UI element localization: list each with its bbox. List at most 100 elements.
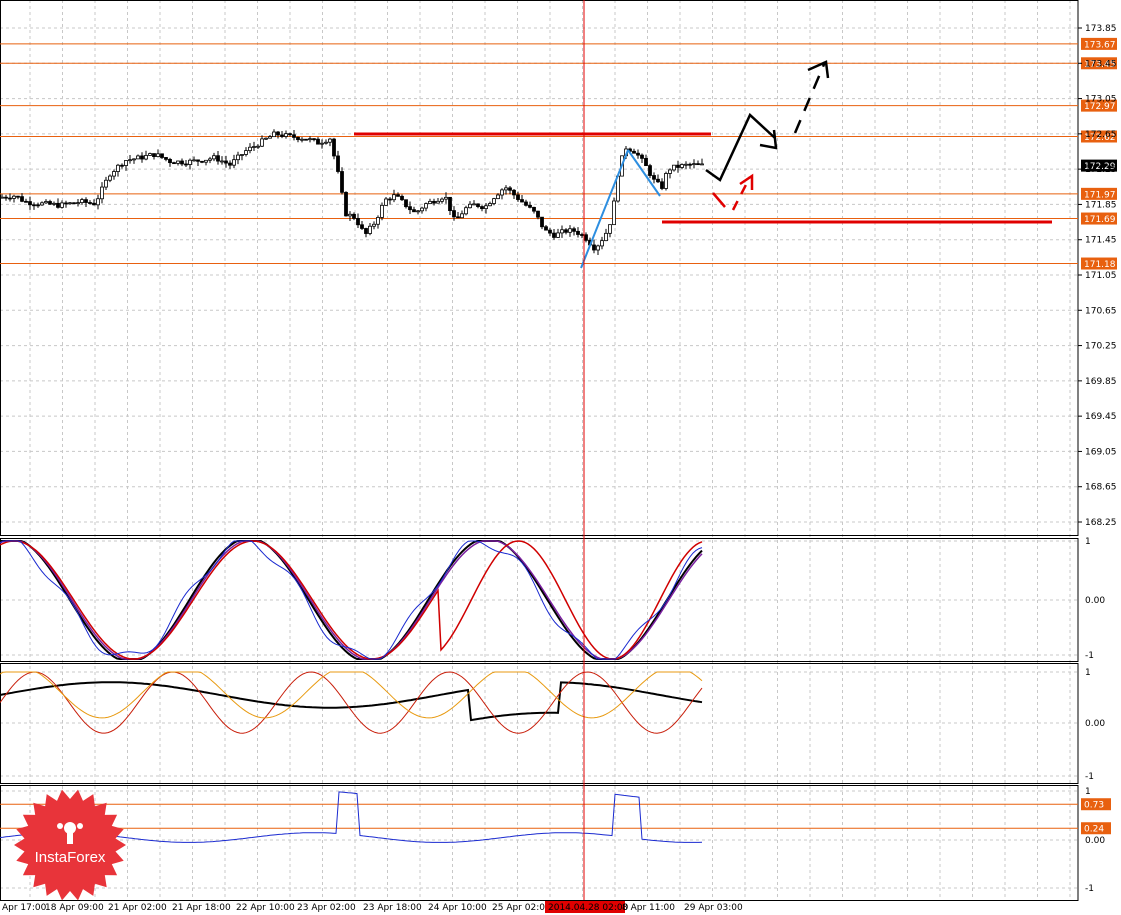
candle-body <box>484 205 488 210</box>
candle-body <box>208 158 212 161</box>
candle-body <box>392 194 396 201</box>
candle-body <box>668 169 672 174</box>
candle-body <box>324 141 328 144</box>
candle-body <box>52 202 56 205</box>
osc-tick-label: 0.00 <box>1085 836 1105 846</box>
candle-body <box>400 195 404 201</box>
candle-body <box>172 162 176 165</box>
candle-body <box>216 155 220 162</box>
time-axis-label: 18 Apr 09:00 <box>45 903 104 913</box>
candle-body <box>80 199 84 203</box>
price-tick-label: 172.25 <box>1085 165 1117 175</box>
panel-frame-1 <box>0 0 1079 536</box>
price-candles <box>0 129 704 256</box>
candle-body <box>640 154 644 159</box>
candle-body <box>460 213 464 219</box>
candle-body <box>420 207 424 212</box>
candle-body <box>556 232 560 238</box>
candle-body <box>196 159 200 162</box>
candle-body <box>200 160 204 163</box>
level-tag-label: 173.67 <box>1084 40 1116 50</box>
blue-impulse-line <box>580 149 629 269</box>
candle-body <box>352 213 356 219</box>
osc-level-tag-label: 0.24 <box>1084 825 1104 835</box>
candle-body <box>436 200 440 204</box>
candle-body <box>92 202 96 206</box>
time-axis-label: 24 Apr 10:00 <box>428 903 487 913</box>
candle-body <box>176 160 180 164</box>
level-tag-label: 171.18 <box>1084 260 1116 270</box>
candle-body <box>572 228 576 232</box>
candle-body <box>280 134 284 137</box>
candle-body <box>428 200 432 205</box>
candle-body <box>88 202 92 204</box>
candle-body <box>168 158 172 164</box>
candle-body <box>372 223 376 227</box>
candle-body <box>680 164 684 168</box>
logo-text: InstaForex <box>34 849 106 866</box>
candle-body <box>292 134 296 138</box>
candle-body <box>160 153 164 158</box>
time-axis-label: 8 Apr 11:00 <box>622 903 675 913</box>
candle-body <box>128 159 132 162</box>
candle-body <box>40 202 44 206</box>
candle-body <box>320 142 324 145</box>
candle-body <box>700 163 704 166</box>
candle-body <box>648 165 652 176</box>
osc-tick-label: -1 <box>1085 772 1094 782</box>
price-tick-label: 171.05 <box>1085 271 1117 281</box>
candle-body <box>476 203 480 207</box>
candle-body <box>28 201 32 206</box>
candle-body <box>156 153 160 157</box>
candle-body <box>44 201 48 204</box>
candle-body <box>468 203 472 209</box>
candle-body <box>132 158 136 161</box>
blue-pullback-line <box>627 149 661 197</box>
osc-tick-label: 1 <box>1085 787 1091 797</box>
candle-body <box>16 195 20 198</box>
candle-body <box>300 138 304 141</box>
candle-body <box>64 202 68 205</box>
candle-body <box>632 150 636 154</box>
candle-body <box>600 240 604 247</box>
candle-body <box>532 206 536 212</box>
price-tick-label: 168.65 <box>1085 483 1117 493</box>
candle-body <box>144 155 148 160</box>
price-tick-label: 168.25 <box>1085 518 1117 528</box>
candle-body <box>108 175 112 181</box>
time-axis-label: 23 Apr 02:00 <box>297 903 356 913</box>
candle-body <box>384 198 388 206</box>
candle-body <box>188 159 192 165</box>
candle-body <box>0 196 4 199</box>
candle-body <box>636 152 640 156</box>
candle-body <box>252 146 256 148</box>
candle-body <box>364 228 368 234</box>
candle-body <box>644 157 648 167</box>
candle-body <box>148 153 152 156</box>
candle-body <box>496 194 500 200</box>
candle-body <box>224 160 228 164</box>
candle-body <box>304 138 308 141</box>
price-tick-label: 169.05 <box>1085 447 1117 457</box>
candle-body <box>512 189 516 196</box>
candle-body <box>604 232 608 242</box>
candle-body <box>260 138 264 147</box>
candle-body <box>592 244 596 251</box>
candle-body <box>248 146 252 152</box>
candle-body <box>124 160 128 166</box>
candle-body <box>296 137 300 141</box>
candle-body <box>12 195 16 199</box>
candle-body <box>212 155 216 160</box>
candle-body <box>120 164 124 167</box>
candle-body <box>516 194 520 200</box>
candle-body <box>256 145 260 148</box>
candle-body <box>684 163 688 166</box>
candle-body <box>408 206 412 211</box>
alt-red-head <box>739 173 754 190</box>
candle-body <box>388 198 392 201</box>
candle-body <box>344 191 348 217</box>
candle-body <box>276 131 280 136</box>
level-tag-label: 171.69 <box>1084 215 1116 225</box>
price-tick-label: 171.85 <box>1085 200 1117 210</box>
candle-body <box>488 203 492 207</box>
